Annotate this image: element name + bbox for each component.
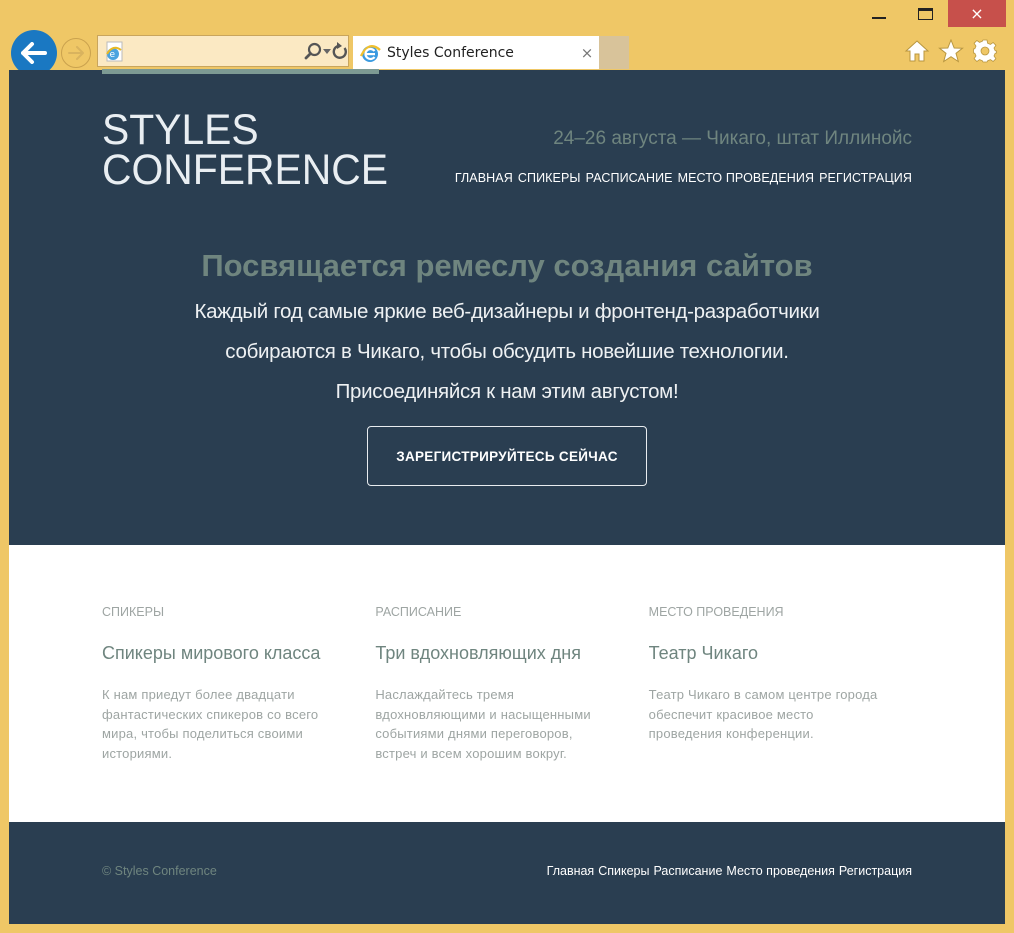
window-controls: × [856, 0, 1006, 27]
refresh-button[interactable] [332, 36, 348, 66]
event-dates: 24–26 августа — Чикаго, штат Иллинойс [553, 128, 912, 149]
feature-title: Театр Чикаго [648, 643, 759, 663]
dropdown-button[interactable] [322, 36, 332, 66]
nav-link-register[interactable]: РЕГИСТРАЦИЯ [819, 171, 912, 185]
lead-line: собираются в Чикаго, чтобы обсудить нове… [225, 340, 789, 363]
svg-text:e: e [110, 50, 116, 60]
hero-lead: Каждый год самые яркие веб-дизайнеры и ф… [9, 292, 1005, 412]
logo-line-1: STYLES [102, 106, 259, 154]
footer-link-home[interactable]: Главная [547, 864, 595, 878]
feature-title: Три вдохновляющих дня [375, 643, 581, 663]
feature-label: МЕСТО ПРОВЕДЕНИЯ [648, 605, 784, 619]
footer-link-venue[interactable]: Место проведения [726, 864, 835, 878]
primary-nav: ГЛАВНАЯ СПИКЕРЫ РАСПИСАНИЕ МЕСТО ПРОВЕДЕ… [455, 171, 912, 185]
copyright: © Styles Conference [102, 864, 217, 878]
logo-line-2: CONFERENCE [102, 146, 388, 194]
hero-tagline: Посвящается ремеслу создания сайтов [201, 248, 813, 283]
chevron-down-icon [323, 48, 331, 54]
address-input[interactable] [98, 36, 304, 66]
close-window-button[interactable]: × [948, 0, 1006, 27]
arrow-left-icon [21, 42, 47, 64]
home-icon [904, 40, 930, 62]
maximize-icon [917, 7, 933, 20]
features-section: СПИКЕРЫ Спикеры мирового класса К нам пр… [102, 605, 922, 763]
minimize-icon [872, 16, 886, 19]
refresh-icon [332, 42, 347, 59]
nav-link-venue[interactable]: МЕСТО ПРОВЕДЕНИЯ [678, 171, 815, 185]
star-icon [938, 39, 964, 63]
site-logo[interactable]: STYLES CONFERENCE [102, 106, 388, 194]
feature-text: К нам приедут более двадцати фантастичес… [102, 687, 319, 761]
tab-close-button[interactable]: × [575, 44, 599, 62]
loading-indicator [102, 69, 379, 74]
footer-link-register[interactable]: Регистрация [839, 864, 912, 878]
feature-label: СПИКЕРЫ [102, 605, 165, 619]
feature-text: Наслаждайтесь тремя вдохновляющими и нас… [375, 687, 591, 761]
feature-text: Театр Чикаго в самом центре города обесп… [648, 687, 878, 741]
close-icon: × [970, 4, 984, 23]
forward-button[interactable] [61, 38, 91, 68]
new-tab-button[interactable] [599, 36, 629, 69]
hero-section: STYLES CONFERENCE 24–26 августа — Чикаго… [9, 70, 1005, 545]
feature-speakers: СПИКЕРЫ Спикеры мирового класса К нам пр… [102, 605, 375, 763]
address-bar: e [97, 35, 349, 67]
minimize-button[interactable] [856, 0, 902, 27]
page-icon: e [106, 41, 123, 62]
settings-button[interactable] [972, 38, 998, 64]
favorites-button[interactable] [938, 38, 964, 64]
home-button[interactable] [904, 38, 930, 64]
footer-nav: Главная Спикеры Расписание Место проведе… [547, 864, 912, 878]
nav-link-home[interactable]: ГЛАВНАЯ [455, 171, 513, 185]
maximize-button[interactable] [902, 0, 948, 27]
search-button[interactable] [304, 36, 322, 66]
register-now-button[interactable]: ЗАРЕГИСТРИРУЙТЕСЬ СЕЙЧАС [367, 426, 647, 486]
browser-tools [904, 38, 998, 64]
gear-icon [973, 39, 997, 63]
ie-logo-icon [359, 44, 381, 62]
footer-link-schedule[interactable]: Расписание [653, 864, 722, 878]
lead-line: Присоединяйся к нам этим августом! [335, 380, 679, 403]
lead-line: Каждый год самые яркие веб-дизайнеры и ф… [194, 300, 820, 323]
site-footer: © Styles Conference Главная Спикеры Расп… [9, 822, 1005, 924]
feature-schedule: РАСПИСАНИЕ Три вдохновляющих дня Наслажд… [375, 605, 648, 763]
search-icon [304, 42, 322, 60]
browser-tab[interactable]: Styles Conference × [353, 36, 599, 69]
feature-title: Спикеры мирового класса [102, 643, 321, 663]
page-viewport: STYLES CONFERENCE 24–26 августа — Чикаго… [9, 70, 1005, 924]
arrow-right-icon [68, 46, 84, 60]
feature-label: РАСПИСАНИЕ [375, 605, 462, 619]
feature-venue: МЕСТО ПРОВЕДЕНИЯ Театр Чикаго Театр Чика… [649, 605, 922, 763]
nav-link-speakers[interactable]: СПИКЕРЫ [518, 171, 581, 185]
nav-link-schedule[interactable]: РАСПИСАНИЕ [586, 171, 673, 185]
tab-title: Styles Conference [387, 44, 514, 61]
footer-link-speakers[interactable]: Спикеры [598, 864, 649, 878]
